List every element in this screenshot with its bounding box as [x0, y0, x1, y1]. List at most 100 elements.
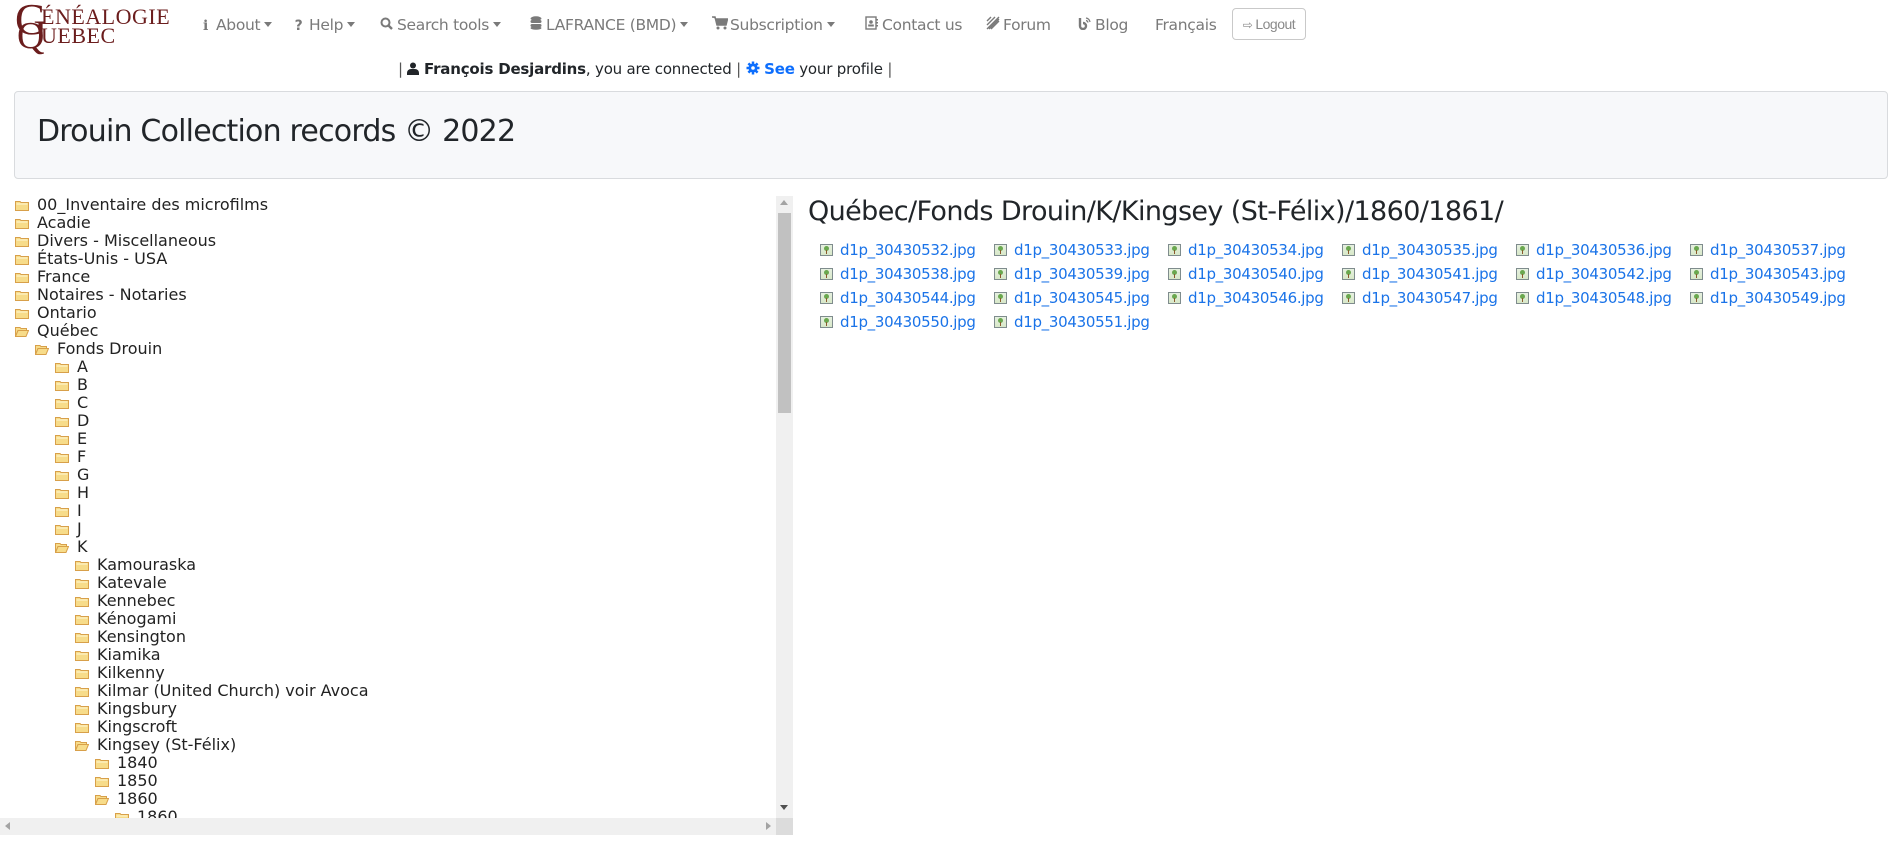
file-name: d1p_30430535.jpg — [1362, 241, 1498, 259]
file-name: d1p_30430547.jpg — [1362, 289, 1498, 307]
file-name: d1p_30430534.jpg — [1188, 241, 1324, 259]
file-name: d1p_30430541.jpg — [1362, 265, 1498, 283]
tree-horizontal-scrollbar[interactable] — [0, 818, 776, 835]
file-name: d1p_30430545.jpg — [1014, 289, 1150, 307]
tree-item-label: Kiamika — [97, 645, 161, 664]
nav-language-label: Français — [1155, 16, 1217, 34]
tree-item-label: F — [77, 447, 87, 466]
site-logo[interactable]: G Q ÉNÉALOGIE UEBEC — [15, 0, 177, 57]
image-file-icon — [1168, 268, 1181, 280]
image-file-icon — [820, 268, 833, 280]
tree-item-label: Kensington — [97, 627, 186, 646]
tree-item-label: Kilkenny — [97, 663, 165, 682]
caret-down-icon — [347, 22, 356, 27]
nav-forum[interactable]: Forum — [985, 14, 1051, 36]
database-icon — [528, 15, 543, 37]
search-icon — [379, 15, 394, 37]
tree-item-label: 1840 — [117, 753, 158, 772]
image-file-icon — [1168, 244, 1181, 256]
cart-icon — [712, 15, 729, 37]
folder-tree: 00_Inventaire des microfilms Acadie Divers… — [0, 196, 776, 818]
scroll-left-arrow-icon[interactable] — [5, 822, 10, 830]
file-name: d1p_30430532.jpg — [840, 241, 976, 259]
tree-item-label: B — [77, 375, 88, 394]
question-icon: ? — [294, 18, 303, 34]
image-file-icon — [1690, 244, 1703, 256]
tree-item-label: Kénogami — [97, 609, 177, 628]
tree-item-label: 1860 — [137, 807, 178, 819]
nav-help-label: Help — [309, 16, 344, 34]
image-file-icon — [994, 244, 1007, 256]
tree-item-label: E — [77, 429, 88, 448]
separator: | — [736, 60, 741, 78]
separator: | — [398, 60, 403, 78]
image-file-icon — [994, 292, 1007, 304]
info-icon: i — [202, 18, 209, 34]
file-name: d1p_30430538.jpg — [840, 265, 976, 283]
tree-item-label: J — [77, 519, 82, 538]
caret-down-icon — [493, 22, 502, 27]
image-file-icon — [820, 316, 833, 328]
nav-lafrance-label: LAFRANCE (BMD) — [546, 16, 677, 34]
see-profile-link[interactable]: See — [764, 60, 795, 78]
scroll-thumb[interactable] — [778, 213, 791, 413]
file-name: d1p_30430548.jpg — [1536, 289, 1672, 307]
caret-down-icon — [680, 22, 689, 27]
tree-item-label: Notaires - Notaries — [37, 285, 187, 304]
tree-item-label: Fonds Drouin — [57, 339, 163, 358]
separator: | — [887, 60, 893, 78]
sign-out-icon: ⇨ — [1242, 18, 1253, 32]
tree-item-label: 00_Inventaire des microfilms — [37, 196, 269, 214]
tree-item-label: Kamouraska — [97, 555, 197, 574]
tree-item-label: Ontario — [37, 303, 97, 322]
tree-vertical-scrollbar[interactable] — [776, 196, 793, 818]
file-name: d1p_30430536.jpg — [1536, 241, 1672, 259]
tree-item-label: Kingsey (St-Félix) — [97, 735, 237, 754]
scroll-up-arrow-icon[interactable] — [780, 200, 788, 205]
file-name: d1p_30430550.jpg — [840, 313, 976, 331]
file-name: d1p_30430543.jpg — [1710, 265, 1846, 283]
tree-item-label: A — [77, 357, 88, 376]
image-file-icon — [1690, 268, 1703, 280]
file-name: d1p_30430549.jpg — [1710, 289, 1846, 307]
nav-blog-label: Blog — [1095, 16, 1129, 34]
tree-item-label: H — [77, 483, 90, 502]
nav-contact-us[interactable]: Contact us — [864, 14, 962, 36]
image-file-icon — [994, 268, 1007, 280]
nav-lafrance[interactable]: LAFRANCE (BMD) — [528, 14, 689, 37]
image-file-icon — [1516, 292, 1529, 304]
image-file-icon — [1516, 244, 1529, 256]
file-name: d1p_30430539.jpg — [1014, 265, 1150, 283]
tree-item-label: I — [77, 501, 82, 520]
image-file-icon — [994, 316, 1007, 328]
tree-item-label: Divers - Miscellaneous — [37, 231, 217, 250]
folder-path-title: Québec/Fonds Drouin/K/Kingsey (St-Félix)… — [808, 196, 1504, 227]
user-icon — [407, 60, 424, 78]
image-file-icon — [1690, 292, 1703, 304]
tree-item-label: Québec — [37, 321, 99, 340]
image-file-icon — [1342, 292, 1355, 304]
nav-about-label: About — [216, 16, 261, 34]
nav-language-francais[interactable]: Français — [1155, 14, 1217, 36]
file-name: d1p_30430546.jpg — [1188, 289, 1324, 307]
file-name: d1p_30430551.jpg — [1014, 313, 1150, 331]
contact-card-icon — [864, 15, 879, 37]
logout-button[interactable]: ⇨ Logout — [1232, 8, 1306, 40]
forum-icon — [985, 15, 1000, 37]
file-name: d1p_30430537.jpg — [1710, 241, 1846, 259]
scroll-right-arrow-icon[interactable] — [766, 822, 771, 830]
file-name: d1p_30430533.jpg — [1014, 241, 1150, 259]
nav-subscription-label: Subscription — [730, 16, 823, 34]
image-file-icon — [820, 292, 833, 304]
scroll-down-arrow-icon[interactable] — [780, 805, 788, 810]
tree-item-label: Kingscroft — [97, 717, 178, 736]
file-name: d1p_30430542.jpg — [1536, 265, 1672, 283]
image-file-icon — [1342, 244, 1355, 256]
nav-subscription[interactable]: Subscription — [712, 14, 835, 36]
nav-help[interactable]: ? Help — [291, 14, 356, 36]
nav-search-tools[interactable]: Search tools — [379, 14, 502, 37]
nav-about[interactable]: i About — [198, 14, 273, 36]
gear-icon[interactable] — [746, 60, 765, 78]
nav-blog[interactable]: Blog — [1077, 14, 1128, 36]
logout-label: Logout — [1255, 16, 1296, 32]
